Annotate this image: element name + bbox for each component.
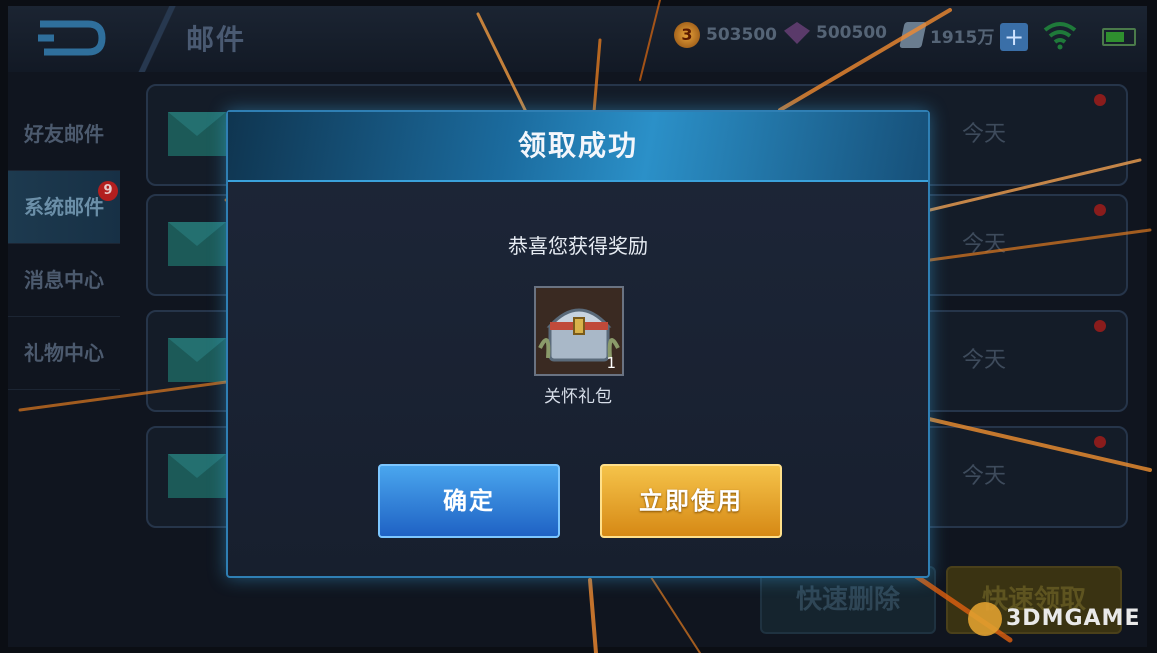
sidebar-item-message-center[interactable]: 消息中心 — [8, 244, 120, 317]
mail-date: 今天 — [962, 232, 1007, 257]
sidebar-item-gift-center[interactable]: 礼物中心 — [8, 317, 120, 390]
envelope-icon — [168, 338, 226, 382]
gold-value: 503500 — [706, 25, 777, 45]
mail-date: 今天 — [962, 348, 1007, 373]
unread-dot — [1094, 204, 1106, 216]
sidebar-item-label: 消息中心 — [24, 268, 104, 292]
envelope-icon — [168, 454, 226, 498]
dialog-subtitle: 恭喜您获得奖励 — [508, 234, 648, 258]
diamond-counter: 500500 — [784, 22, 887, 44]
voucher-icon — [899, 22, 927, 48]
item-count: 1 — [606, 354, 616, 372]
watermark-mascot-icon — [968, 602, 1002, 636]
use-now-button[interactable]: 立即使用 — [600, 464, 782, 538]
dialog-header: 领取成功 — [228, 112, 928, 182]
sidebar-item-label: 好友邮件 — [24, 122, 104, 146]
page-title: 邮件 — [186, 23, 247, 56]
diamond-icon — [784, 22, 810, 44]
watermark: 3DMGAME — [1006, 606, 1141, 631]
unread-badge: 9 — [98, 181, 118, 201]
envelope-icon — [168, 112, 226, 156]
mail-sidebar: 好友邮件 系统邮件 9 消息中心 礼物中心 — [8, 98, 120, 390]
diamond-value: 500500 — [816, 23, 887, 43]
sidebar-item-system-mail[interactable]: 系统邮件 9 — [8, 171, 120, 244]
confirm-button[interactable]: 确定 — [378, 464, 560, 538]
gold-counter: 3 503500 — [674, 22, 777, 48]
header-divider — [128, 6, 188, 72]
battery-icon — [1102, 28, 1136, 46]
reward-item[interactable]: 1 — [534, 286, 624, 376]
unread-dot — [1094, 94, 1106, 106]
mail-date: 今天 — [962, 464, 1007, 489]
voucher-value: 1915万 — [930, 27, 995, 48]
unread-dot — [1094, 436, 1106, 448]
sidebar-item-friend-mail[interactable]: 好友邮件 — [8, 98, 120, 171]
top-bar: 邮件 3 503500 500500 1915万 + — [8, 6, 1147, 72]
wifi-icon — [1043, 22, 1077, 50]
voucher-counter: 1915万 — [899, 22, 995, 48]
dialog-title: 领取成功 — [517, 129, 638, 162]
sidebar-item-label: 系统邮件 — [24, 195, 104, 219]
unread-dot — [1094, 320, 1106, 332]
envelope-icon — [168, 222, 226, 266]
mail-date: 今天 — [962, 122, 1007, 147]
gold-coin-icon: 3 — [674, 22, 700, 48]
reward-dialog: 领取成功 恭喜您获得奖励 1 关怀礼包 确定 立即使用 — [226, 110, 930, 578]
sidebar-item-label: 礼物中心 — [24, 341, 104, 365]
back-icon[interactable] — [30, 16, 110, 60]
item-name: 关怀礼包 — [544, 387, 612, 407]
recharge-plus-button[interactable]: + — [1000, 23, 1028, 51]
